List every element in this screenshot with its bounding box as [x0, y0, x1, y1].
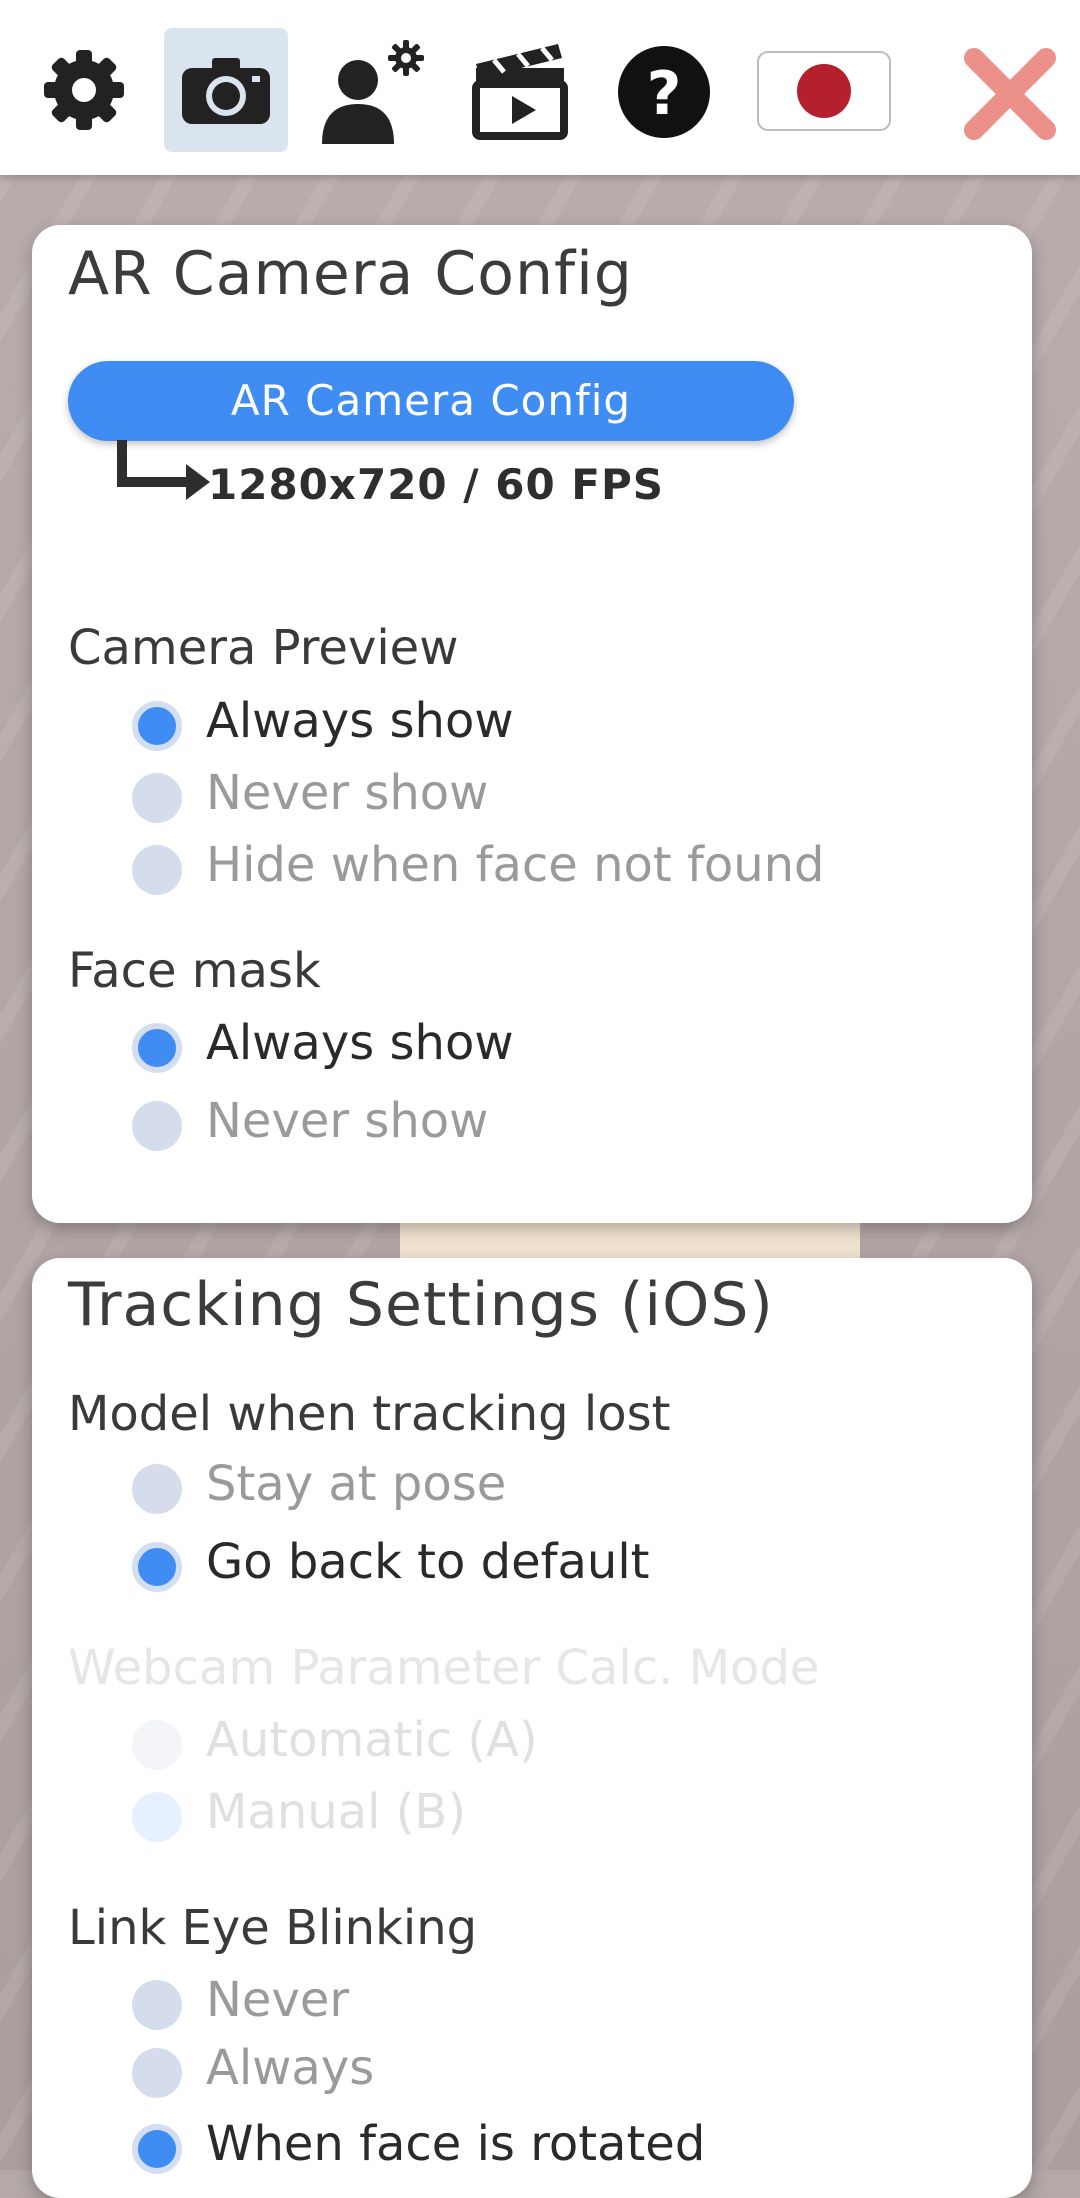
- toolbar: ?: [0, 0, 1080, 175]
- option-label: Never: [206, 1972, 350, 2028]
- option-label: Always show: [206, 693, 514, 749]
- japan-flag-icon: [757, 51, 891, 131]
- radio-button[interactable]: [132, 2048, 182, 2098]
- question-circle-icon: ?: [618, 46, 710, 138]
- tracking-settings-card: Tracking Settings (iOS) Model when track…: [32, 1258, 1032, 2198]
- radio-button[interactable]: [132, 2124, 182, 2174]
- option-label: Never show: [206, 1093, 489, 1149]
- option-label: Stay at pose: [206, 1456, 507, 1512]
- option-label: Always: [206, 2040, 375, 2096]
- link-eye-blinking-label: Link Eye Blinking: [68, 1900, 478, 1956]
- radio-button[interactable]: [132, 701, 182, 751]
- model-tracking-lost-label: Model when tracking lost: [68, 1386, 671, 1442]
- svg-text:?: ?: [647, 59, 682, 129]
- clapperboard-icon: [472, 44, 568, 140]
- help-button[interactable]: ?: [602, 28, 726, 152]
- radio-button[interactable]: [132, 1464, 182, 1514]
- radio-button[interactable]: [132, 773, 182, 823]
- radio-button[interactable]: [132, 845, 182, 895]
- radio-button: [132, 1720, 182, 1770]
- ar-camera-config-button[interactable]: AR Camera Config: [68, 361, 794, 441]
- recording-button[interactable]: [458, 28, 582, 152]
- option-label: Never show: [206, 765, 489, 821]
- person-gear-icon: [322, 40, 424, 144]
- option-label: Manual (B): [206, 1784, 467, 1840]
- webcam-param-mode-label: Webcam Parameter Calc. Mode: [68, 1640, 820, 1696]
- radio-button[interactable]: [132, 1542, 182, 1592]
- background-illustration: [400, 1222, 860, 1262]
- language-button[interactable]: [754, 28, 894, 152]
- option-label: Always show: [206, 1015, 514, 1071]
- option-label: When face is rotated: [206, 2116, 706, 2172]
- radio-button: [132, 1792, 182, 1842]
- radio-button[interactable]: [132, 1101, 182, 1151]
- camera-button[interactable]: [164, 28, 288, 152]
- camera-config-value: 1280x720 / 60 FPS: [208, 460, 665, 509]
- face-mask-label: Face mask: [68, 943, 321, 999]
- radio-button[interactable]: [132, 1980, 182, 2030]
- close-x-icon: [964, 48, 1056, 140]
- option-label: Automatic (A): [206, 1712, 538, 1768]
- card-title: AR Camera Config: [68, 239, 633, 309]
- close-button[interactable]: [948, 28, 1072, 152]
- settings-button[interactable]: [22, 28, 146, 152]
- camera-icon: [182, 58, 270, 124]
- option-label: Go back to default: [206, 1534, 650, 1590]
- avatar-settings-button[interactable]: [312, 28, 436, 152]
- option-label: Hide when face not found: [206, 837, 825, 893]
- camera-preview-label: Camera Preview: [68, 620, 459, 676]
- radio-button[interactable]: [132, 1023, 182, 1073]
- card-title: Tracking Settings (iOS): [68, 1270, 774, 1340]
- ar-camera-card: AR Camera Config AR Camera Config 1280x7…: [32, 225, 1032, 1223]
- gear-icon: [44, 50, 124, 130]
